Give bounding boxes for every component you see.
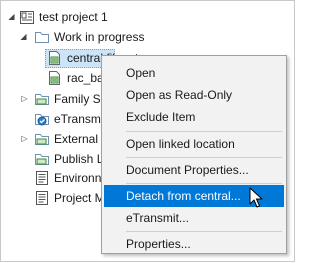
- tree-item-external[interactable]: ▷ External: [1, 129, 101, 149]
- revit-file-icon: [47, 70, 63, 86]
- sync-folder-icon: [34, 111, 50, 127]
- tree-item-work-in-progress[interactable]: ◢ Work in progress: [1, 27, 261, 47]
- chevron-right-icon[interactable]: ▷: [20, 134, 29, 143]
- tree-item-label: External: [54, 132, 99, 146]
- menu-item-exclude-item[interactable]: Exclude Item: [104, 106, 284, 128]
- tree-item-project-m[interactable]: Project M: [1, 188, 101, 208]
- tree-item-label: Family Se: [54, 92, 101, 106]
- mouse-pointer-icon: [249, 187, 265, 209]
- menu-separator: [126, 157, 282, 158]
- context-menu: Open Open as Read-Only Exclude Item Open…: [101, 55, 287, 254]
- tree-item-label: Publish L: [54, 152, 101, 166]
- menu-separator: [126, 131, 282, 132]
- menu-item-open-linked-location[interactable]: Open linked location: [104, 133, 284, 155]
- menu-item-properties[interactable]: Properties...: [104, 233, 284, 255]
- document-icon: [34, 170, 50, 186]
- menu-item-document-properties[interactable]: Document Properties...: [104, 159, 284, 181]
- tree-item-label: rac_ba: [67, 71, 101, 85]
- sync-folder-icon: [34, 151, 50, 167]
- menu-item-open[interactable]: Open: [104, 62, 284, 84]
- tree-item-rac-basic[interactable]: rac_ba: [1, 68, 101, 88]
- tree-item-label: Work in progress: [54, 30, 145, 44]
- tree-item-label: test project 1: [39, 10, 108, 24]
- project-icon: [19, 9, 35, 25]
- sync-folder-icon: [34, 91, 50, 107]
- document-icon: [34, 190, 50, 206]
- tree-item-environment[interactable]: Environn: [1, 168, 101, 188]
- tree-item-label: Project M: [54, 191, 101, 205]
- chevron-down-icon[interactable]: ◢: [19, 32, 28, 41]
- menu-item-etransmit[interactable]: eTransmit...: [104, 207, 284, 229]
- menu-separator: [126, 183, 282, 184]
- tree-item-family-se[interactable]: ▷ Family Se: [1, 89, 101, 109]
- menu-item-open-read-only[interactable]: Open as Read-Only: [104, 84, 284, 106]
- menu-separator: [126, 231, 282, 232]
- tree-item-label: eTransm: [54, 112, 101, 126]
- tree-item-test-project-1[interactable]: ◢ test project 1: [1, 7, 261, 27]
- tree-item-label: Environn: [54, 171, 101, 185]
- tree-item-etransmit[interactable]: eTransm: [1, 109, 101, 129]
- chevron-right-icon[interactable]: ▷: [20, 94, 29, 103]
- revit-file-icon: [47, 50, 63, 66]
- tree-item-publish[interactable]: Publish L: [1, 149, 101, 169]
- folder-open-icon: [34, 29, 50, 45]
- sync-folder-icon: [34, 131, 50, 147]
- chevron-down-icon[interactable]: ◢: [7, 12, 16, 21]
